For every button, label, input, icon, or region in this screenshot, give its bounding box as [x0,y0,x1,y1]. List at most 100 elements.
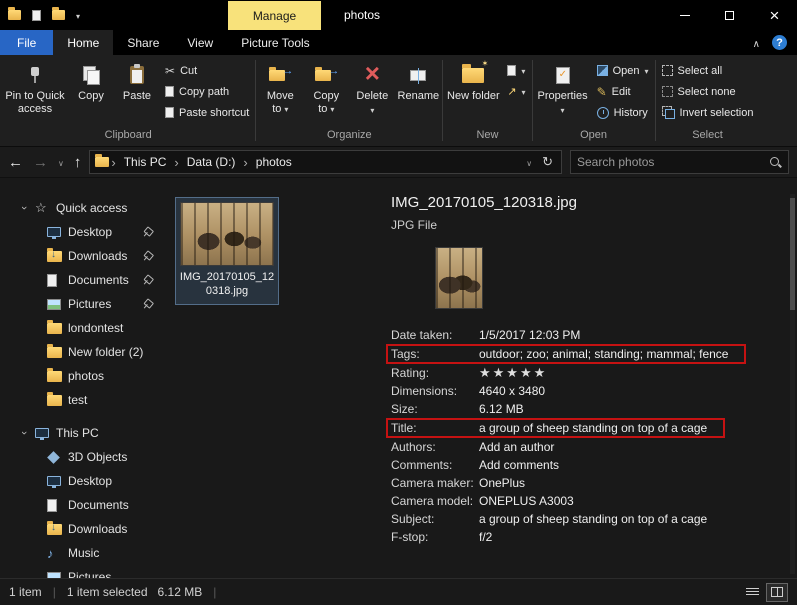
address-history-chevron-icon[interactable] [526,155,532,169]
property-value[interactable]: a group of sheep standing on top of a ca… [479,512,707,526]
sidebar-item[interactable]: londontest [0,316,168,340]
forward-button[interactable] [33,154,48,171]
refresh-icon[interactable] [542,154,553,170]
paste-button[interactable]: Paste [114,58,160,105]
copy-to-icon [315,66,337,84]
rename-button[interactable]: Rename [395,58,441,105]
new-folder-icon[interactable] [52,7,65,20]
new-item-button[interactable] [502,60,530,81]
sidebar-item[interactable]: photos [0,364,168,388]
paste-shortcut-button[interactable]: Paste shortcut [160,102,254,123]
sidebar-item[interactable]: Downloads [0,244,168,268]
property-value[interactable]: a group of sheep standing on top of a ca… [479,421,707,435]
sidebar-item[interactable]: test [0,388,168,412]
new-folder-button[interactable]: New folder [444,58,502,105]
breadcrumb-item[interactable]: This PC [118,155,173,169]
sidebar-item[interactable]: New folder (2) [0,340,168,364]
sidebar-item[interactable]: Quick access [0,196,168,220]
pin-to-quick-access-button[interactable]: Pin to Quick access [2,58,68,118]
sidebar-item[interactable]: Downloads [0,517,168,541]
breadcrumb-item[interactable]: Data (D:) [181,155,242,169]
invert-selection-button[interactable]: Invert selection [657,102,759,123]
property-value[interactable]: 1/5/2017 12:03 PM [479,328,580,342]
address-bar[interactable]: This PC Data (D:) photos [89,150,562,174]
history-label: History [613,106,648,119]
property-value[interactable]: ONEPLUS A3003 [479,494,574,508]
sidebar-item[interactable]: This PC [0,421,168,445]
sidebar-item-label: test [68,393,88,407]
details-pane: IMG_20170105_120318.jpg JPG File Date ta… [385,178,797,578]
copy-button[interactable]: Copy [68,58,114,105]
edit-button[interactable]: Edit [592,81,654,102]
ribbon-tab-row: File Home Share View Picture Tools ? [0,30,797,55]
property-value[interactable]: ★★★★★ [479,365,547,381]
sidebar-item[interactable]: Desktop [0,220,168,244]
sidebar-item-label: Downloads [68,522,128,536]
recent-locations-chevron-icon[interactable] [58,155,64,169]
search-input[interactable] [577,155,769,169]
help-icon[interactable]: ? [772,35,787,50]
quick-access-toolbar [8,0,80,30]
sidebar-item[interactable]: Documents [0,268,168,292]
open-button[interactable]: Open [592,60,654,81]
property-label: Dimensions: [391,384,458,398]
move-to-label: Move to [266,90,294,116]
tab-view[interactable]: View [173,30,227,55]
tab-picture-tools[interactable]: Picture Tools [227,30,323,55]
property-value[interactable]: Add comments [479,458,559,472]
select-all-button[interactable]: Select all [657,60,759,81]
selected-file-tile[interactable]: IMG_20170105_120318.jpg [175,197,279,305]
select-none-label: Select none [677,85,736,98]
property-label: Tags: [391,347,420,361]
delete-icon [365,63,380,86]
properties-icon[interactable] [32,9,41,21]
minimize-button[interactable] [662,0,707,30]
sidebar-item[interactable]: Pictures [0,292,168,316]
close-button[interactable] [752,0,797,30]
tab-file[interactable]: File [0,30,54,55]
sidebar-item[interactable]: Desktop [0,469,168,493]
maximize-button[interactable] [707,0,752,30]
copy-path-button[interactable]: Copy path [160,81,254,102]
sidebar-item-icon [47,498,57,512]
property-value[interactable]: f/2 [479,530,492,544]
history-button[interactable]: History [592,102,654,123]
property-value[interactable]: 6.12 MB [479,402,524,416]
select-none-button[interactable]: Select none [657,81,759,102]
details-property-list: Date taken: 1/5/2017 12:03 PM Tags: outd… [386,326,789,546]
property-value[interactable]: outdoor; zoo; animal; standing; mammal; … [479,347,728,361]
property-value[interactable]: Add an author [479,440,554,454]
property-label: Camera maker: [391,476,474,490]
expand-chevron-icon[interactable] [22,427,35,439]
delete-button[interactable]: Delete [349,58,395,119]
sidebar-item[interactable]: 3D Objects [0,445,168,469]
breadcrumb-separator-icon [172,155,180,170]
tab-share[interactable]: Share [113,30,173,55]
open-label: Open [612,64,640,77]
property-value[interactable]: OnePlus [479,476,525,490]
organize-group-label: Organize [327,129,372,141]
sidebar-item[interactable]: Music [0,541,168,565]
properties-button[interactable]: Properties [534,58,592,119]
customize-toolbar-chevron-icon[interactable] [76,8,80,22]
sidebar-item[interactable]: Pictures [0,565,168,578]
search-box[interactable] [570,150,789,174]
titlebar: Manage photos [0,0,797,30]
property-value[interactable]: 4640 x 3480 [479,384,545,398]
thumbnails-view-button[interactable] [766,582,788,602]
easy-access-button[interactable] [502,81,530,102]
move-to-button[interactable]: Move to [257,58,303,118]
cut-button[interactable]: Cut [160,60,254,81]
expand-chevron-icon[interactable] [22,202,35,214]
details-view-button[interactable] [741,583,763,602]
manage-contextual-tab[interactable]: Manage [228,1,321,30]
tab-home[interactable]: Home [53,30,114,55]
sidebar-item-label: Downloads [68,249,128,263]
up-button[interactable] [74,154,82,171]
sidebar-item[interactable]: Documents [0,493,168,517]
collapse-ribbon-chevron-icon[interactable] [753,36,760,50]
copy-to-button[interactable]: Copy to [303,58,349,118]
back-button[interactable] [8,154,23,171]
breadcrumb-item[interactable]: photos [250,155,298,169]
search-icon[interactable] [769,156,782,169]
